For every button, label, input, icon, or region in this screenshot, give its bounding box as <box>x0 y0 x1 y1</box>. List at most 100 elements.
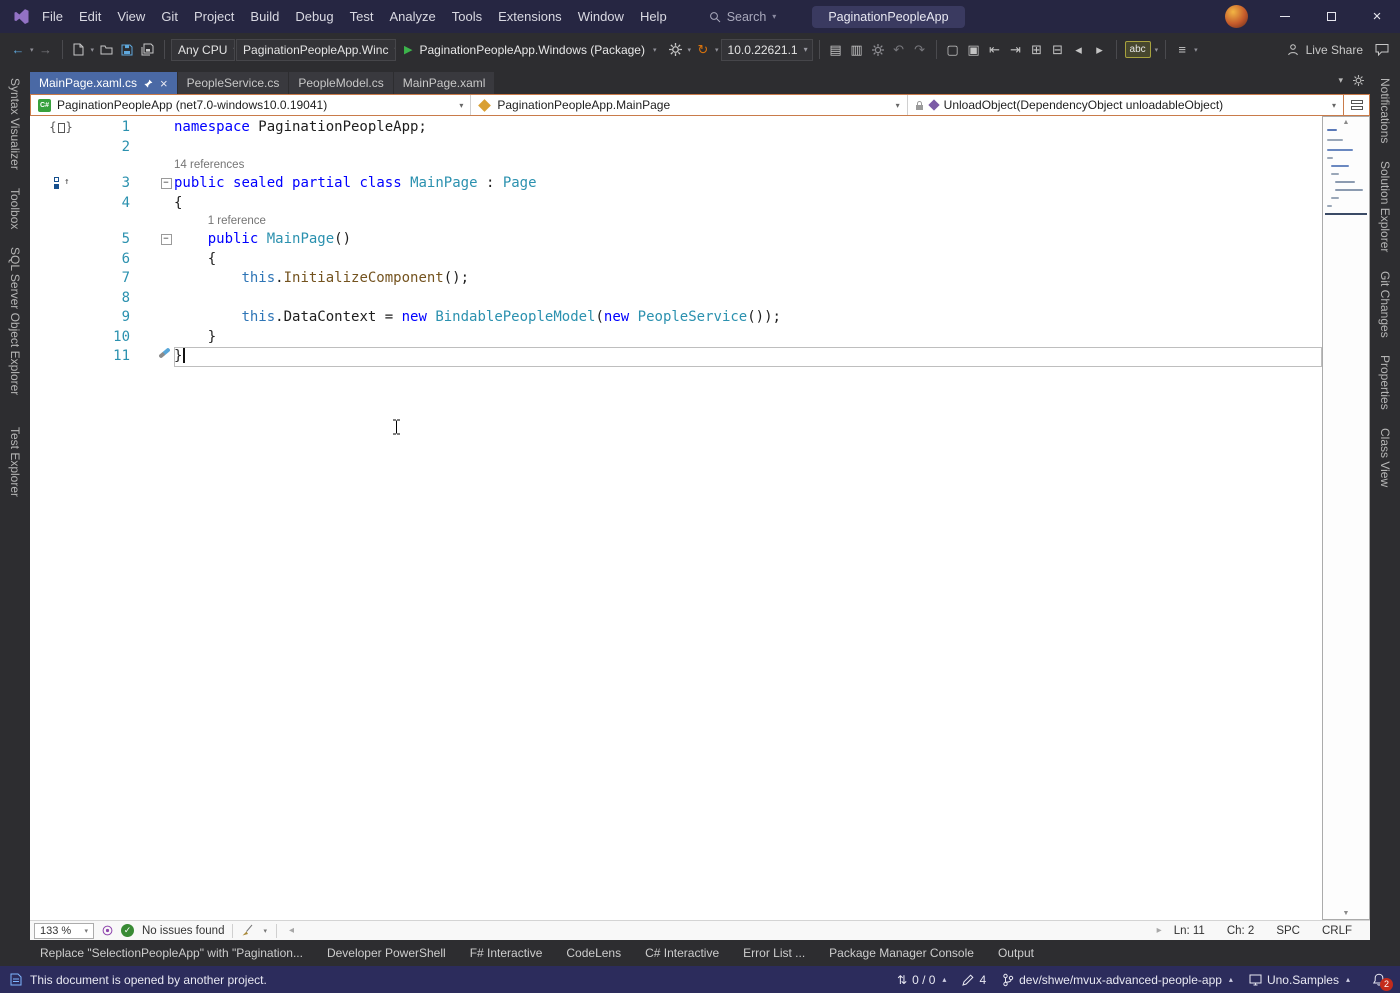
menu-build[interactable]: Build <box>242 0 287 33</box>
current-branch-button[interactable]: dev/shwe/mvux-advanced-people-app ▴ <box>1002 973 1233 987</box>
code-lines[interactable]: {}1namespace PaginationPeopleApp;2 14 ref… <box>30 116 1322 920</box>
pin-tab-icon[interactable] <box>144 79 153 88</box>
zoom-dropdown[interactable]: 133 % ▾ <box>34 923 94 939</box>
menu-edit[interactable]: Edit <box>71 0 109 33</box>
glyph-margin[interactable] <box>30 157 92 174</box>
save-all-icon[interactable] <box>138 39 158 61</box>
scroll-up-icon[interactable]: ▲ <box>1323 119 1369 126</box>
undo-icon[interactable]: ↶ <box>889 39 909 61</box>
line-number[interactable]: 2 <box>92 138 130 158</box>
panel-tab-replace[interactable]: Replace "SelectionPeopleApp" with "Pagin… <box>30 946 313 960</box>
uncomment-selection-icon[interactable]: ⊟ <box>1048 39 1068 61</box>
scroll-right-icon[interactable]: ▸ <box>1157 925 1162 936</box>
tab-list-dropdown-icon[interactable]: ▾ <box>1338 75 1343 86</box>
search-box[interactable]: Search ▾ <box>701 8 785 26</box>
navigate-backward-icon[interactable]: ← <box>8 39 28 61</box>
line-number[interactable]: 10 <box>92 328 130 348</box>
start-debugging-button[interactable]: ▶ PaginationPeopleApp.Windows (Package) … <box>397 39 664 61</box>
tool-tab-test-explorer[interactable]: Test Explorer <box>8 427 22 497</box>
document-outline-icon[interactable]: ▣ <box>964 39 984 61</box>
line-number[interactable]: 11 <box>92 347 130 367</box>
code-row[interactable]: ↑3−public sealed partial class MainPage … <box>30 174 1322 194</box>
repository-button[interactable]: Uno.Samples ▴ <box>1249 973 1350 987</box>
line-number[interactable] <box>92 157 130 174</box>
code-row[interactable]: {}1namespace PaginationPeopleApp; <box>30 118 1322 138</box>
menu-debug[interactable]: Debug <box>287 0 341 33</box>
panel-tab-package-manager-console[interactable]: Package Manager Console <box>819 946 984 960</box>
solution-configuration-dropdown[interactable]: Any CPU ▾ <box>171 39 235 61</box>
maximize-button[interactable] <box>1308 0 1354 33</box>
code-row[interactable]: 2 <box>30 138 1322 158</box>
close-button[interactable]: × <box>1354 0 1400 33</box>
menu-project[interactable]: Project <box>186 0 242 33</box>
glyph-margin[interactable] <box>30 194 92 214</box>
code-row[interactable]: 6 { <box>30 250 1322 270</box>
new-file-dropdown-icon[interactable]: ▾ <box>90 46 96 54</box>
menu-test[interactable]: Test <box>342 0 382 33</box>
line-number[interactable]: 1 <box>92 118 130 138</box>
glyph-margin[interactable] <box>30 289 92 309</box>
glyph-margin[interactable]: ↑ <box>30 174 92 194</box>
menu-analyze[interactable]: Analyze <box>381 0 443 33</box>
panel-tab-developer-powershell[interactable]: Developer PowerShell <box>317 946 456 960</box>
codelens-row[interactable]: 14 references <box>30 157 1322 174</box>
tab-peopleservice-cs[interactable]: PeopleService.cs <box>178 72 289 94</box>
glyph-margin[interactable] <box>30 347 92 367</box>
vertical-scrollbar-minimap[interactable]: ▲ ▼ <box>1322 116 1370 920</box>
open-file-icon[interactable] <box>96 39 116 61</box>
new-file-icon[interactable] <box>69 39 89 61</box>
menu-extensions[interactable]: Extensions <box>490 0 570 33</box>
code-row[interactable]: 4{ <box>30 194 1322 214</box>
quick-actions-icon[interactable] <box>158 351 171 355</box>
panel-tab-fsharp-interactive[interactable]: F# Interactive <box>460 946 553 960</box>
tab-options-gear-icon[interactable] <box>1353 75 1364 86</box>
glyph-margin[interactable] <box>30 269 92 289</box>
live-share-button[interactable]: Live Share <box>1278 43 1371 57</box>
menu-help[interactable]: Help <box>632 0 675 33</box>
line-number[interactable]: 9 <box>92 308 130 328</box>
spell-checker-dropdown-icon[interactable]: ▾ <box>1154 46 1160 54</box>
navigate-backward-dropdown-icon[interactable]: ▾ <box>29 46 35 54</box>
code-row[interactable]: 9 this.DataContext = new BindablePeopleM… <box>30 308 1322 328</box>
previous-bookmark-icon[interactable]: ◂ <box>1069 39 1089 61</box>
type-dropdown[interactable]: PaginationPeopleApp.MainPage ▾ <box>471 95 907 115</box>
line-number[interactable]: 3 <box>92 174 130 194</box>
options-gear-icon[interactable] <box>868 39 888 61</box>
glyph-margin[interactable]: {} <box>30 118 92 138</box>
hot-reload-icon[interactable]: ↻ <box>693 39 713 61</box>
glyph-margin[interactable] <box>30 328 92 348</box>
spaces-indicator[interactable]: SPC <box>1276 925 1300 937</box>
next-bookmark-icon[interactable]: ▸ <box>1090 39 1110 61</box>
horizontal-scrollbar[interactable]: ◂ ▸ <box>285 925 1166 936</box>
codelens-label[interactable]: 14 references <box>174 157 1322 174</box>
code-cleanup-dropdown-icon[interactable]: ▾ <box>262 927 268 935</box>
solution-explorer-sync-icon[interactable]: ▤ <box>826 39 846 61</box>
increase-indent-icon[interactable]: ⇥ <box>1006 39 1026 61</box>
code-row[interactable]: 8 <box>30 289 1322 309</box>
code-row[interactable]: 10 } <box>30 328 1322 348</box>
line-number[interactable]: 7 <box>92 269 130 289</box>
code-row[interactable]: 5− public MainPage() <box>30 230 1322 250</box>
glyph-margin[interactable] <box>30 138 92 158</box>
tool-tab-git-changes[interactable]: Git Changes <box>1378 271 1392 338</box>
more-commands-dropdown-icon[interactable]: ▾ <box>1193 46 1199 54</box>
glyph-margin[interactable] <box>30 250 92 270</box>
redo-icon[interactable]: ↷ <box>910 39 930 61</box>
account-avatar[interactable] <box>1225 5 1248 28</box>
code-row[interactable]: 11} <box>30 347 1322 367</box>
glyph-margin[interactable] <box>30 230 92 250</box>
minimize-button[interactable] <box>1262 0 1308 33</box>
codelens-label[interactable]: 1 reference <box>174 213 1322 230</box>
tool-tab-solution-explorer[interactable]: Solution Explorer <box>1378 161 1392 252</box>
member-dropdown[interactable]: UnloadObject(DependencyObject unloadable… <box>908 95 1343 115</box>
close-tab-icon[interactable]: × <box>160 77 168 90</box>
hot-reload-dropdown-icon[interactable]: ▾ <box>714 46 720 54</box>
git-sync-button[interactable]: ⇅ 0 / 0 ▴ <box>897 973 946 987</box>
navigate-forward-icon[interactable]: → <box>36 39 56 61</box>
tool-tab-sql-server-object-explorer[interactable]: SQL Server Object Explorer <box>8 247 22 395</box>
scroll-down-icon[interactable]: ▼ <box>1323 910 1369 917</box>
line-number[interactable]: 5 <box>92 230 130 250</box>
menu-tools[interactable]: Tools <box>444 0 490 33</box>
document-health-icon[interactable] <box>102 925 113 936</box>
panel-tab-output[interactable]: Output <box>988 946 1044 960</box>
